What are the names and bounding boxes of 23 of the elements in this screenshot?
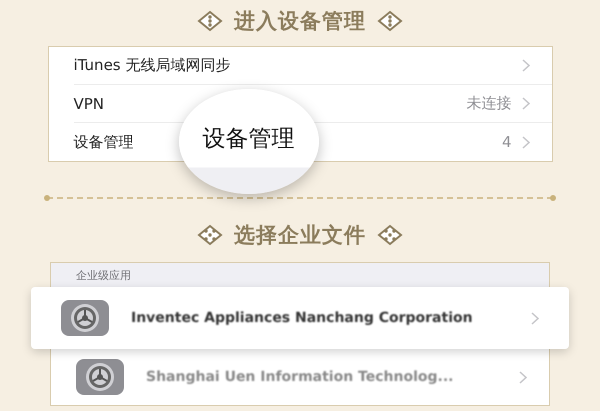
app-row[interactable]: Inventec Appliances Nanchang Corporation bbox=[31, 287, 569, 349]
row-value: 4 bbox=[502, 133, 512, 151]
developer-name: Inventec Appliances Nanchang Corporation bbox=[131, 310, 474, 326]
chevron-icon bbox=[531, 312, 539, 324]
row-label[interactable]: iTunes 无线局域网同步 bbox=[74, 56, 230, 75]
diamond-icon bbox=[196, 224, 224, 246]
diamond-icon bbox=[376, 10, 404, 32]
chevron-icon bbox=[522, 59, 530, 72]
section-header: 企业级应用 bbox=[76, 268, 131, 283]
row-label[interactable]: 设备管理 bbox=[74, 132, 134, 152]
row-label[interactable]: VPN bbox=[74, 94, 104, 112]
diamond-icon bbox=[376, 224, 404, 246]
diamond-icon bbox=[196, 10, 224, 32]
magnified-label: 设备管理 bbox=[202, 125, 294, 154]
step-heading: 选择企业文件 bbox=[234, 222, 366, 249]
gear-icon bbox=[61, 300, 109, 336]
chevron-icon bbox=[522, 136, 530, 148]
developer-name: Shanghai Uen Information Technolog... bbox=[146, 369, 454, 385]
step-heading: 进入设备管理 bbox=[234, 8, 366, 35]
row-value: 未连接 bbox=[466, 94, 512, 113]
chevron-icon bbox=[522, 97, 530, 110]
chevron-icon bbox=[519, 370, 527, 384]
gear-icon bbox=[76, 359, 124, 395]
